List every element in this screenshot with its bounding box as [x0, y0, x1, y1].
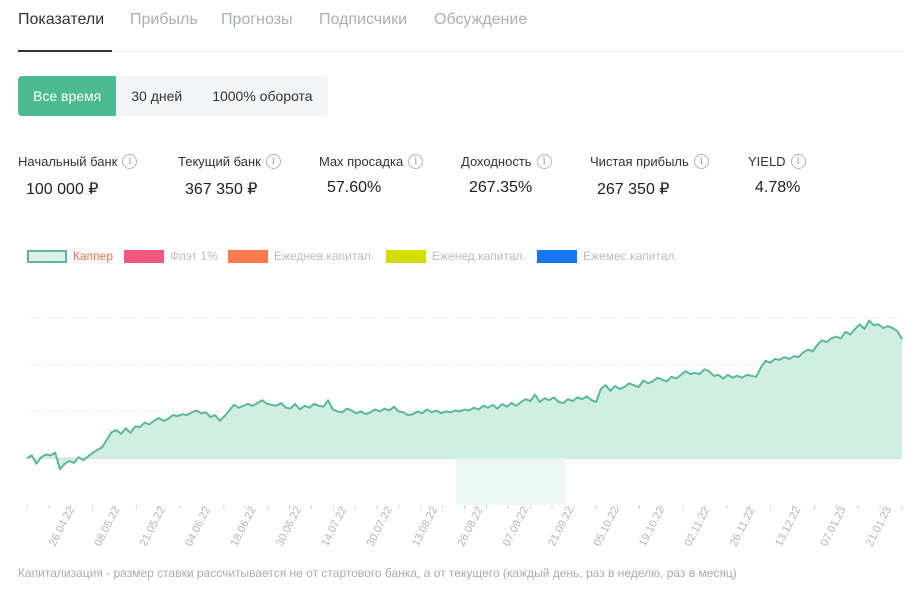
stat-yield: YIELD i 4.78% — [748, 154, 806, 197]
legend-label: Каппер — [73, 249, 114, 263]
stat-label: Max просадка — [319, 154, 404, 169]
stat-return: Доходность i 267.35% — [461, 154, 552, 197]
tab-discussion[interactable]: Обсуждение — [434, 11, 527, 29]
legend-item-flat[interactable]: Флэт 1% — [124, 248, 218, 264]
bank-area-chart[interactable]: 26.04.22 08.05.22 21.05.22 04.06.22 18.06.22… — [0, 265, 916, 565]
x-tick-label: 13.12.22 — [773, 505, 803, 549]
legend-item-weekly-cap[interactable]: Еженед.капитал. — [386, 248, 526, 264]
x-tick-label: 30.07.22 — [365, 505, 395, 549]
legend-label: Ежеднев.капитал. — [274, 249, 375, 263]
info-icon[interactable]: i — [265, 154, 281, 169]
x-tick-label: 19.10.22 — [637, 505, 667, 549]
x-tick-label: 08.05.22 — [92, 505, 122, 549]
stat-label: YIELD — [748, 154, 786, 169]
info-icon[interactable]: i — [122, 154, 138, 169]
stat-value: 267 350 ₽ — [597, 181, 670, 198]
stat-label: Доходность — [461, 154, 532, 169]
tab-bar: Показатели Прибыль Прогнозы Подписчики О… — [18, 0, 904, 52]
legend-item-monthly-cap[interactable]: Ежемес.капитал. — [537, 248, 678, 264]
stat-value: 57.60% — [327, 179, 382, 196]
x-tick-label: 07.01.23 — [819, 505, 849, 549]
x-tick-label: 26.11.22 — [728, 505, 758, 548]
stat-value: 267.35% — [469, 179, 533, 196]
x-tick-label: 26.04.22 — [47, 505, 77, 549]
stat-net-profit: Чистая прибыль i 267 350 ₽ — [590, 154, 709, 199]
stat-value: 367 350 ₽ — [185, 181, 258, 198]
period-all-time-button[interactable]: Все время — [18, 76, 117, 116]
info-icon[interactable]: i — [790, 154, 806, 169]
legend-swatch — [228, 249, 268, 263]
legend-label: Еженед.капитал. — [432, 249, 526, 263]
active-tab-underline — [18, 50, 112, 52]
tab-subscribers[interactable]: Подписчики — [319, 11, 407, 29]
stat-start-bank: Начальный банк i 100 000 ₽ — [18, 154, 138, 199]
tab-forecasts[interactable]: Прогнозы — [221, 11, 293, 29]
period-switch: Все время 30 дней 1000% оборота — [18, 76, 328, 116]
capitalization-footnote: Капитализация - размер ставки рассчитыва… — [18, 566, 737, 580]
stat-value: 4.78% — [755, 179, 801, 196]
legend-label: Ежемес.капитал. — [583, 249, 678, 263]
stat-label: Начальный банк — [18, 154, 118, 169]
tab-profit[interactable]: Прибыль — [130, 11, 198, 29]
stat-max-drawdown: Max просадка i 57.60% — [319, 154, 424, 197]
x-tick-label: 26.08.22 — [455, 505, 485, 549]
legend-item-kapper[interactable]: Каппер — [27, 248, 113, 264]
legend-label: Флэт 1% — [170, 249, 218, 263]
x-tick-label: 02.11.22 — [682, 505, 712, 548]
stat-value: 100 000 ₽ — [26, 181, 99, 198]
x-tick-label: 18.06.22 — [229, 505, 259, 549]
x-tick-label: 14.07.22 — [319, 505, 349, 549]
stat-current-bank: Текущий банк i 367 350 ₽ — [178, 154, 281, 199]
info-icon[interactable]: i — [693, 154, 709, 169]
stat-label: Чистая прибыль — [590, 154, 689, 169]
info-icon[interactable]: i — [536, 154, 552, 169]
legend-swatch — [537, 249, 577, 263]
series-area — [27, 320, 902, 470]
x-tick-label: 05.10.22 — [592, 505, 622, 549]
x-tick-label: 30.06.22 — [274, 505, 304, 549]
legend-swatch — [386, 249, 426, 263]
stat-label: Текущий банк — [178, 154, 261, 169]
legend-swatch — [124, 249, 164, 263]
highlight-band — [455, 453, 566, 505]
x-tick-label: 13.08.22 — [410, 505, 440, 549]
info-icon[interactable]: i — [408, 154, 424, 169]
tab-indicators[interactable]: Показатели — [18, 11, 104, 29]
legend-swatch — [27, 249, 67, 263]
x-tick-label: 21.09.22 — [546, 505, 576, 549]
period-1000-turnover-button[interactable]: 1000% оборота — [197, 76, 328, 116]
x-tick-label: 07.09.22 — [501, 505, 531, 549]
x-tick-label: 21.01.23 — [864, 505, 894, 549]
legend-item-daily-cap[interactable]: Ежеднев.капитал. — [228, 248, 374, 264]
period-30-days-button[interactable]: 30 дней — [116, 76, 198, 116]
x-tick-label: 21.05.22 — [138, 505, 168, 549]
x-tick-label: 04.06.22 — [183, 505, 213, 549]
